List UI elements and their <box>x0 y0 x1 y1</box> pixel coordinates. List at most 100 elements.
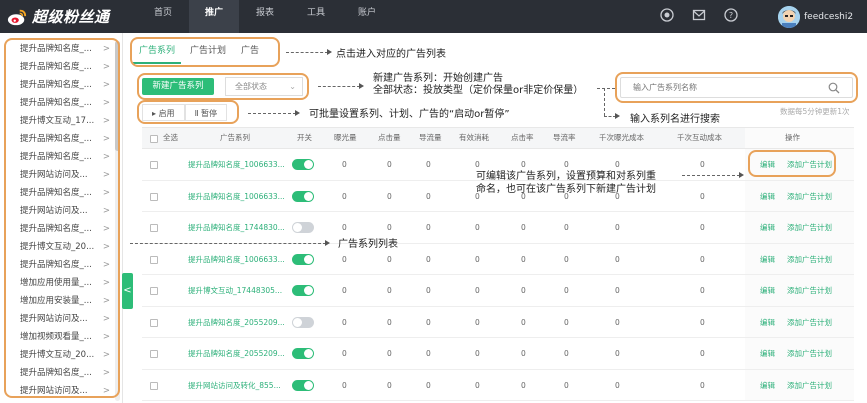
metric-value: 0 <box>521 349 526 358</box>
metric-value: 0 <box>342 160 347 169</box>
avatar <box>778 6 800 28</box>
user-menu[interactable]: feedceshi2 <box>778 6 853 28</box>
annotation-toolbar-box <box>137 73 309 100</box>
annotation-search-vline <box>604 88 605 116</box>
row-checkbox[interactable] <box>150 318 158 327</box>
campaign-name-link[interactable]: 提升品牌知名度_1006633... <box>188 244 285 278</box>
campaign-name-link[interactable]: 提升博文互动_17448305... <box>188 275 282 309</box>
metric-value: 0 <box>521 380 526 390</box>
nav-reports[interactable]: 报表 <box>240 0 290 33</box>
metric-value: 0 <box>426 254 431 264</box>
add-plan-link[interactable]: 添加广告计划 <box>787 275 832 309</box>
metric-value: 0 <box>700 223 705 232</box>
campaign-switch-toggle[interactable] <box>292 379 314 391</box>
header-traffic: 导流量 <box>419 133 442 142</box>
metric-value: 0 <box>564 223 569 232</box>
add-plan-link[interactable]: 添加广告计划 <box>787 307 832 341</box>
metric-value: 0 <box>700 191 705 201</box>
metric-value: 0 <box>426 191 431 201</box>
weibo-logo-icon <box>7 9 27 25</box>
metric-value: 0 <box>475 223 480 232</box>
campaign-switch-toggle[interactable] <box>292 253 314 265</box>
campaign-switch-toggle[interactable] <box>292 316 314 328</box>
metric-value: 0 <box>387 286 392 295</box>
metric-value: 0 <box>426 286 431 295</box>
campaign-name-link[interactable]: 提升品牌知名度_1744830... <box>188 212 285 246</box>
nav-home[interactable]: 首页 <box>138 0 188 33</box>
nav-promotion[interactable]: 推广 <box>189 0 239 33</box>
add-plan-link[interactable]: 添加广告计划 <box>787 338 832 372</box>
annotation-edit-line <box>682 175 740 176</box>
campaign-name-link[interactable]: 提升品牌知名度_1006633... <box>188 181 285 215</box>
campaign-switch-toggle[interactable] <box>292 190 314 202</box>
edit-link[interactable]: 编辑 <box>760 370 775 403</box>
annotation-edit-note-2: 命名，也可在该广告系列下新建广告计划 <box>476 184 656 195</box>
sidebar-collapse-button[interactable]: < <box>122 273 133 309</box>
campaign-switch-toggle[interactable] <box>292 348 314 359</box>
campaign-switch-toggle[interactable] <box>292 222 314 233</box>
avatar-face-icon <box>778 6 800 28</box>
metric-value: 0 <box>342 317 347 327</box>
metric-value: 0 <box>342 349 347 358</box>
metric-value: 0 <box>564 380 569 390</box>
add-plan-link[interactable]: 添加广告计划 <box>787 244 832 278</box>
campaign-name-link[interactable]: 提升品牌知名度_1006633... <box>188 149 285 183</box>
header-campaign: 广告系列 <box>220 133 250 142</box>
metric-value: 0 <box>387 317 392 327</box>
metric-value: 0 <box>475 317 480 327</box>
target-icon[interactable] <box>660 8 674 22</box>
metric-value: 0 <box>426 223 431 232</box>
annotation-tabs-line <box>286 52 328 53</box>
table-row: 提升品牌知名度_1744830... 0 0 0 0 0 0 0 0 编辑 添加广告计划 <box>142 212 854 244</box>
main-nav: 首页 推广 报表 工具 账户 <box>138 0 393 33</box>
metric-value: 0 <box>342 380 347 390</box>
edit-link[interactable]: 编辑 <box>760 307 775 341</box>
nav-tools[interactable]: 工具 <box>291 0 341 33</box>
table-row: 提升博文互动_17448305... 0 0 0 0 0 0 0 0 编辑 添加广告计划 <box>142 275 854 307</box>
edit-link[interactable]: 编辑 <box>760 275 775 309</box>
metric-value: 0 <box>564 349 569 358</box>
metric-value: 0 <box>426 380 431 390</box>
annotation-search-arrow-icon <box>615 113 620 119</box>
metric-value: 0 <box>475 254 480 264</box>
metric-value: 0 <box>564 254 569 264</box>
add-plan-link[interactable]: 添加广告计划 <box>787 370 832 403</box>
metric-value: 0 <box>387 191 392 201</box>
edit-link[interactable]: 编辑 <box>760 338 775 372</box>
metric-value: 0 <box>521 223 526 232</box>
add-plan-link[interactable]: 添加广告计划 <box>787 181 832 215</box>
annotation-batch-note: 可批量设置系列、计划、广告的“启动or暂停” <box>309 109 510 120</box>
edit-link[interactable]: 编辑 <box>760 181 775 215</box>
row-checkbox[interactable] <box>150 161 158 169</box>
header-operation: 操作 <box>785 133 800 142</box>
edit-link[interactable]: 编辑 <box>760 212 775 246</box>
add-plan-link[interactable]: 添加广告计划 <box>787 212 832 246</box>
help-icon[interactable]: ? <box>724 8 738 22</box>
campaign-name-link[interactable]: 提升网站访问及转化_855... <box>188 370 281 403</box>
metric-value: 0 <box>342 286 347 295</box>
edit-link[interactable]: 编辑 <box>760 244 775 278</box>
app-logo[interactable]: 超级粉丝通 <box>6 6 110 27</box>
row-checkbox[interactable] <box>150 350 158 358</box>
table-row: 提升网站访问及转化_855... 0 0 0 0 0 0 0 0 编辑 添加广告计划 <box>142 369 854 403</box>
row-checkbox[interactable] <box>150 255 158 264</box>
campaign-name-link[interactable]: 提升品牌知名度_2055209... <box>188 307 285 341</box>
header-spend: 有效消耗 <box>459 133 489 142</box>
annotation-sidebar-box <box>4 38 120 398</box>
campaign-switch-toggle[interactable] <box>292 285 314 296</box>
annotation-new-line <box>318 86 360 87</box>
nav-account[interactable]: 账户 <box>342 0 392 33</box>
row-checkbox[interactable] <box>150 381 158 390</box>
campaign-name-link[interactable]: 提升品牌知名度_2055209... <box>188 338 285 372</box>
annotation-list-note: 广告系列列表 <box>338 239 398 250</box>
header-cpm: 千次曝光成本 <box>599 133 644 142</box>
campaign-switch-toggle[interactable] <box>292 159 314 170</box>
header-cpe: 千次互动成本 <box>677 133 722 142</box>
message-icon[interactable] <box>692 8 706 22</box>
annotation-batch-box <box>137 100 239 124</box>
metric-value: 0 <box>615 254 620 264</box>
select-all-checkbox[interactable] <box>150 135 158 143</box>
row-checkbox[interactable] <box>150 287 158 295</box>
row-checkbox[interactable] <box>150 192 158 201</box>
row-checkbox[interactable] <box>150 224 158 232</box>
